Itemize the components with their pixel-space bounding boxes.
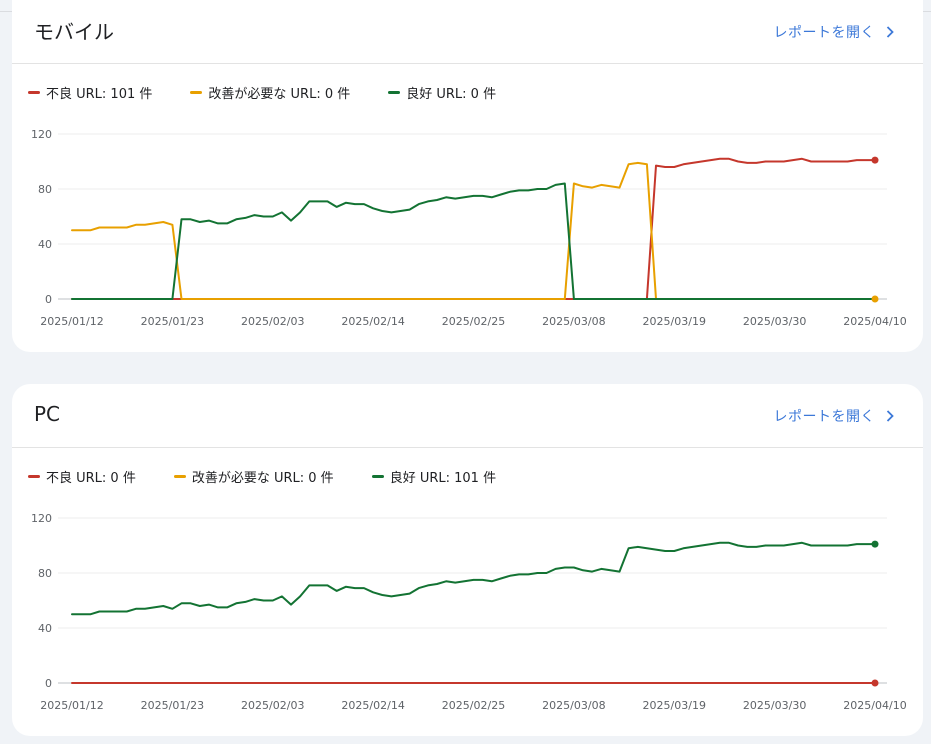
series-end-point (871, 540, 879, 548)
y-tick-label: 80 (38, 567, 52, 580)
x-tick-label: 2025/01/23 (141, 699, 204, 712)
x-tick-label: 2025/02/03 (241, 315, 304, 328)
series-end-point (871, 295, 879, 303)
series-line (71, 541, 876, 616)
x-tick-label: 2025/04/10 (843, 699, 906, 712)
x-tick-label: 2025/01/23 (141, 315, 204, 328)
x-tick-label: 2025/02/03 (241, 699, 304, 712)
y-tick-label: 0 (45, 293, 52, 306)
x-tick-label: 2025/04/10 (843, 315, 906, 328)
x-tick-label: 2025/03/08 (542, 315, 605, 328)
x-tick-label: 2025/03/08 (542, 699, 605, 712)
y-tick-label: 0 (45, 677, 52, 690)
x-tick-label: 2025/03/19 (643, 315, 706, 328)
mobile-card: モバイル レポートを開く 不良 URL: 101 件 改善が必要な URL: 0… (12, 0, 923, 352)
series-line (71, 157, 876, 300)
series-end-point (871, 156, 879, 164)
x-tick-label: 2025/01/12 (40, 699, 103, 712)
x-tick-label: 2025/03/30 (743, 315, 806, 328)
y-tick-label: 120 (31, 512, 52, 525)
series-line (71, 161, 876, 300)
y-tick-label: 120 (31, 128, 52, 141)
x-tick-label: 2025/02/14 (341, 315, 404, 328)
y-tick-label: 40 (38, 622, 52, 635)
y-tick-label: 80 (38, 183, 52, 196)
x-tick-label: 2025/01/12 (40, 315, 103, 328)
x-tick-label: 2025/02/25 (442, 699, 505, 712)
mobile-line-chart: 0 40 80 120 2025/01/12 2025/01/23 2025/02/03 20… (31, 128, 907, 328)
pc-line-chart: 0 40 80 120 2025/01/12 2025/01/23 2025/02/03 20… (31, 512, 907, 712)
pc-card: PC レポートを開く 不良 URL: 0 件 改善が必要な URL: 0 件 良… (12, 384, 923, 736)
y-tick-label: 40 (38, 238, 52, 251)
x-tick-label: 2025/02/25 (442, 315, 505, 328)
x-tick-label: 2025/03/19 (643, 699, 706, 712)
series-end-point (871, 679, 879, 687)
series-line (71, 182, 876, 300)
x-tick-label: 2025/02/14 (341, 699, 404, 712)
x-tick-label: 2025/03/30 (743, 699, 806, 712)
